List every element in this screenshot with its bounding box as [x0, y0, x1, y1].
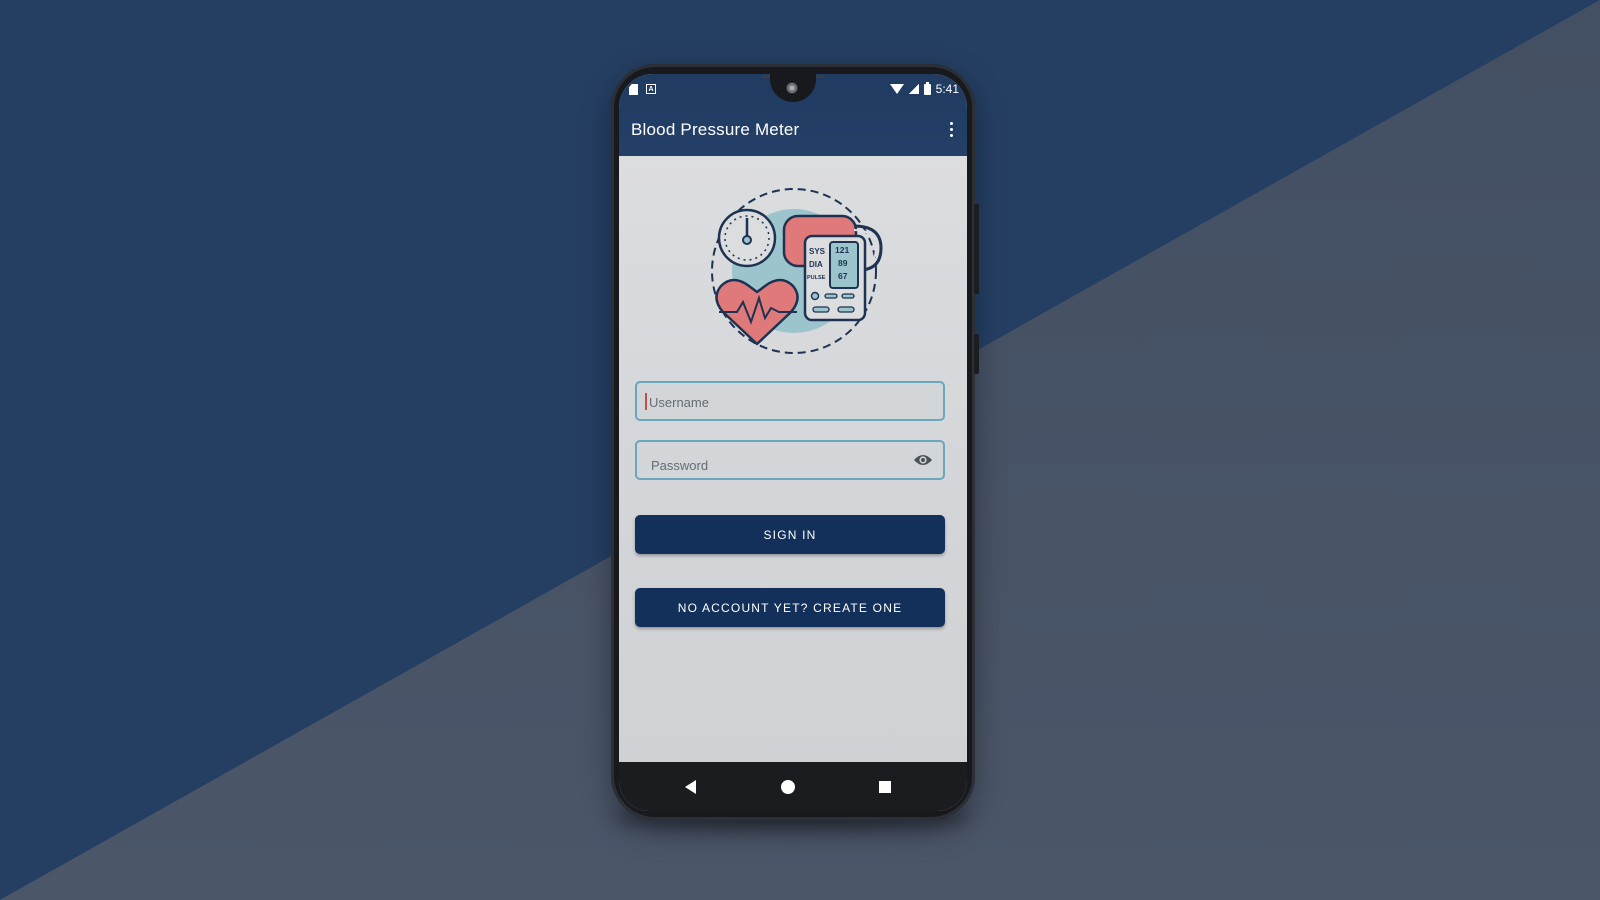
battery-icon [923, 81, 931, 95]
app-top-bar: A 5:41 Blood Pressure Meter [619, 74, 967, 156]
phone-screen: A 5:41 Blood Pressure Meter SYS DIA PULS… [619, 74, 967, 811]
pulse-value: 67 [838, 271, 848, 281]
a-notification-icon: A [646, 84, 656, 94]
dia-value: 89 [838, 258, 848, 268]
pulse-label: PULSE [807, 275, 826, 281]
wifi-icon [889, 84, 904, 94]
eye-icon[interactable] [913, 453, 933, 467]
back-icon[interactable] [685, 780, 696, 794]
password-input[interactable] [649, 446, 913, 484]
app-title: Blood Pressure Meter [631, 120, 800, 139]
phone-frame: A 5:41 Blood Pressure Meter SYS DIA PULS… [611, 64, 979, 820]
system-navigation-bar [619, 762, 967, 811]
monitor-icon: SYS DIA PULSE 121 89 67 [803, 234, 867, 322]
sim-card-icon [629, 84, 638, 95]
sign-in-button[interactable]: SIGN IN [635, 515, 945, 554]
login-content: SYS DIA PULSE 121 89 67 Username SIGN IN… [619, 156, 967, 762]
recents-icon[interactable] [879, 781, 891, 793]
home-icon[interactable] [781, 780, 795, 794]
front-camera [786, 82, 798, 94]
username-field[interactable] [635, 381, 945, 421]
blood-pressure-illustration: SYS DIA PULSE 121 89 67 [711, 188, 883, 354]
power-button [974, 334, 979, 374]
dia-label: DIA [809, 260, 823, 269]
gauge-icon [717, 208, 777, 268]
create-account-button[interactable]: NO ACCOUNT YET? CREATE ONE [635, 588, 945, 627]
volume-button [974, 204, 979, 294]
status-time: 5:41 [935, 82, 959, 96]
username-input[interactable] [647, 383, 911, 421]
password-field[interactable] [635, 440, 945, 484]
sys-value: 121 [835, 245, 849, 255]
more-vert-icon[interactable] [949, 122, 953, 140]
sys-label: SYS [809, 247, 826, 256]
signal-icon [908, 84, 919, 94]
